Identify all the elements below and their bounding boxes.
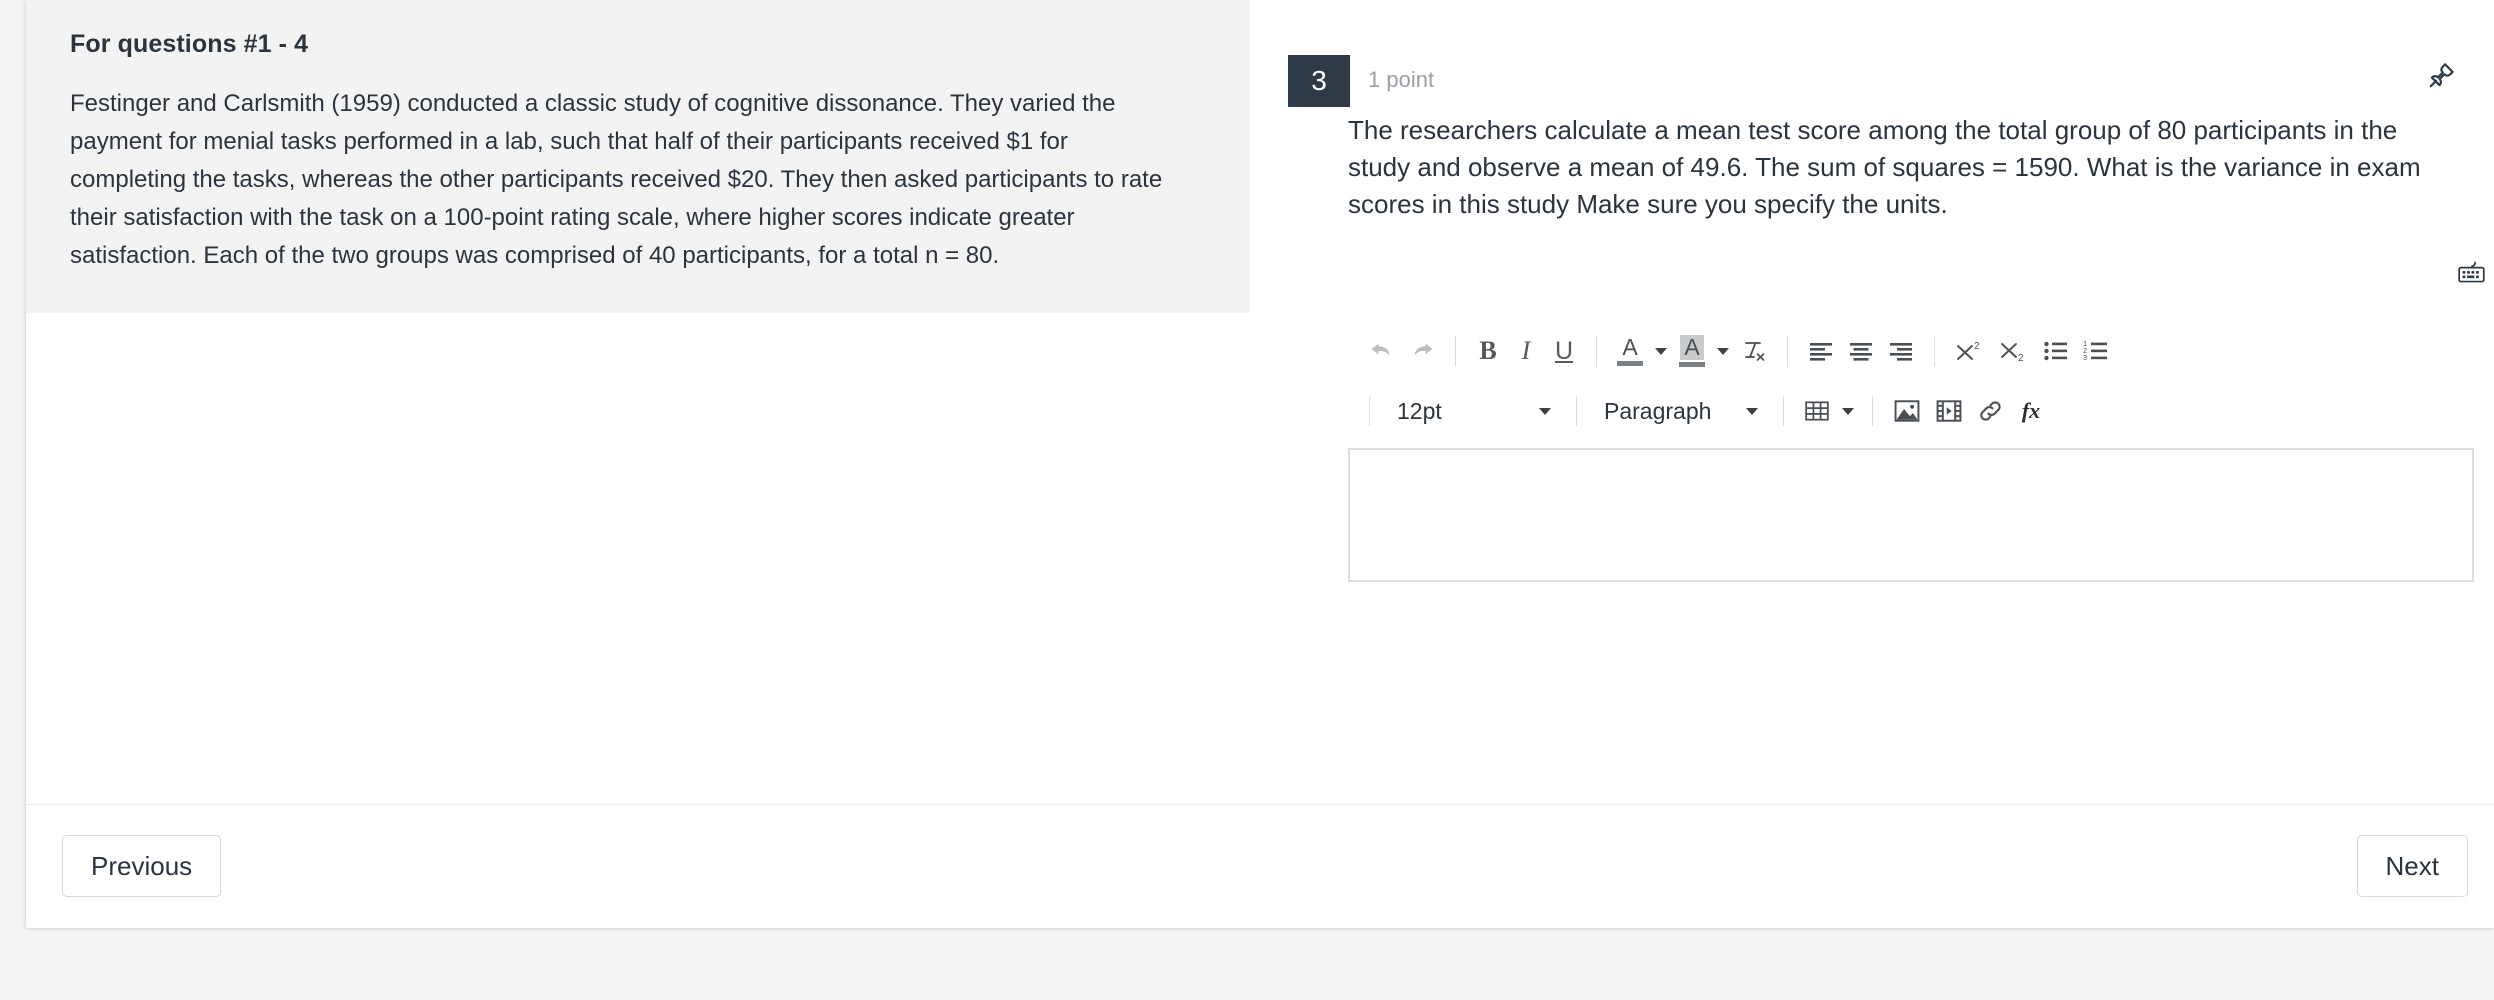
- insert-video-button[interactable]: [1928, 392, 1970, 430]
- align-center-icon: [1848, 341, 1874, 361]
- question-prompt-text: The researchers calculate a mean test sc…: [1348, 115, 2421, 219]
- quiz-body: For questions #1 - 4 Festinger and Carls…: [26, 0, 2494, 848]
- numbered-list-icon: 1 2 3: [2083, 340, 2109, 362]
- stimulus-panel: For questions #1 - 4 Festinger and Carls…: [26, 0, 1250, 313]
- block-format-select[interactable]: Paragraph: [1590, 392, 1770, 430]
- font-size-value: 12pt: [1397, 397, 1442, 424]
- stimulus-title: For questions #1 - 4: [70, 30, 309, 58]
- editor-toolbar-row-1: B I U A A 2 2 1 2 3: [1348, 330, 2474, 372]
- toolbar-separator: [1787, 336, 1788, 366]
- rich-text-editor: B I U A A 2 2 1 2 3 12pt Paragraph fx: [1348, 330, 2474, 848]
- svg-text:2: 2: [1974, 341, 1980, 352]
- subscript-button[interactable]: 2: [1992, 332, 2036, 370]
- toolbar-separator: [1455, 336, 1456, 366]
- quiz-card: For questions #1 - 4 Festinger and Carls…: [26, 0, 2494, 928]
- insert-equation-button[interactable]: fx: [2012, 392, 2050, 430]
- keyboard-icon: [2457, 260, 2487, 286]
- bullet-list-icon: [2043, 340, 2069, 362]
- chevron-down-icon: [1539, 407, 1551, 415]
- superscript-icon: 2: [1955, 339, 1985, 363]
- numbered-list-button[interactable]: 1 2 3: [2076, 332, 2116, 370]
- align-right-icon: [1888, 341, 1914, 361]
- previous-button[interactable]: Previous: [62, 835, 222, 897]
- align-left-icon: [1808, 341, 1834, 361]
- toolbar-separator: [1783, 396, 1784, 426]
- background-color-button[interactable]: A: [1672, 332, 1712, 370]
- align-right-button[interactable]: [1881, 332, 1921, 370]
- toolbar-separator: [1596, 336, 1597, 366]
- insert-image-button[interactable]: [1886, 392, 1928, 430]
- link-icon: [1977, 399, 2005, 423]
- table-icon: [1804, 400, 1830, 422]
- underline-icon: U: [1554, 336, 1574, 365]
- pin-question-button[interactable]: [2422, 55, 2462, 95]
- virtual-keyboard-button[interactable]: [2452, 256, 2492, 290]
- toolbar-separator: [1872, 396, 1873, 426]
- remove-formatting-icon: [1741, 338, 1767, 364]
- svg-text:2: 2: [2018, 353, 2024, 363]
- underline-button[interactable]: U: [1545, 332, 1583, 370]
- question-points-label: 1 point: [1368, 67, 1435, 92]
- quiz-page: For questions #1 - 4 Festinger and Carls…: [0, 0, 2494, 1000]
- svg-text:3: 3: [2083, 353, 2087, 362]
- align-left-button[interactable]: [1801, 332, 1841, 370]
- editor-toolbar: B I U A A 2 2 1 2 3 12pt Paragraph fx: [1348, 330, 2474, 432]
- chevron-down-icon: [1717, 347, 1729, 355]
- block-format-value: Paragraph: [1604, 397, 1712, 424]
- question-column: 3 1 point The researchers calculate a me…: [1250, 0, 2494, 848]
- text-color-dropdown[interactable]: [1650, 332, 1672, 370]
- text-color-button[interactable]: A: [1610, 332, 1650, 370]
- redo-icon: [1409, 340, 1435, 362]
- italic-button[interactable]: I: [1507, 332, 1545, 370]
- chevron-down-icon: [1655, 347, 1667, 355]
- next-button[interactable]: Next: [2356, 835, 2468, 897]
- toolbar-separator: [1934, 336, 1935, 366]
- clear-formatting-button[interactable]: [1734, 332, 1774, 370]
- bold-icon: B: [1479, 336, 1497, 365]
- question-number-badge: 3: [1288, 55, 1350, 107]
- superscript-button[interactable]: 2: [1948, 332, 1992, 370]
- video-icon: [1935, 399, 1963, 423]
- background-color-icon: A: [1679, 335, 1705, 367]
- insert-link-button[interactable]: [1970, 392, 2012, 430]
- subscript-icon: 2: [1999, 339, 2029, 363]
- equation-icon: fx: [2021, 398, 2041, 423]
- toolbar-separator: [1369, 396, 1370, 426]
- table-dropdown[interactable]: [1837, 392, 1859, 430]
- chevron-down-icon: [1842, 407, 1854, 415]
- font-size-select[interactable]: 12pt: [1383, 392, 1563, 430]
- chevron-down-icon: [1746, 407, 1758, 415]
- redo-button[interactable]: [1402, 332, 1442, 370]
- image-icon: [1893, 399, 1921, 423]
- text-color-icon: A: [1617, 336, 1643, 366]
- answer-text-area[interactable]: [1348, 448, 2474, 582]
- bold-button[interactable]: B: [1469, 332, 1507, 370]
- insert-table-button[interactable]: [1797, 392, 1837, 430]
- align-center-button[interactable]: [1841, 332, 1881, 370]
- question-header: 3 1 point: [1288, 55, 2468, 107]
- background-color-dropdown[interactable]: [1712, 332, 1734, 370]
- italic-icon: I: [1521, 336, 1531, 365]
- stimulus-column: For questions #1 - 4 Festinger and Carls…: [26, 0, 1250, 804]
- pushpin-icon: [2427, 60, 2457, 90]
- undo-icon: [1369, 340, 1395, 362]
- toolbar-separator: [1576, 396, 1577, 426]
- keyboard-row: [1348, 256, 2494, 296]
- undo-button[interactable]: [1362, 332, 1402, 370]
- editor-toolbar-row-2: 12pt Paragraph fx: [1348, 390, 2474, 432]
- bullet-list-button[interactable]: [2036, 332, 2076, 370]
- quiz-footer: Previous Next: [26, 804, 2494, 928]
- stimulus-text: Festinger and Carlsmith (1959) conducted…: [70, 90, 1163, 269]
